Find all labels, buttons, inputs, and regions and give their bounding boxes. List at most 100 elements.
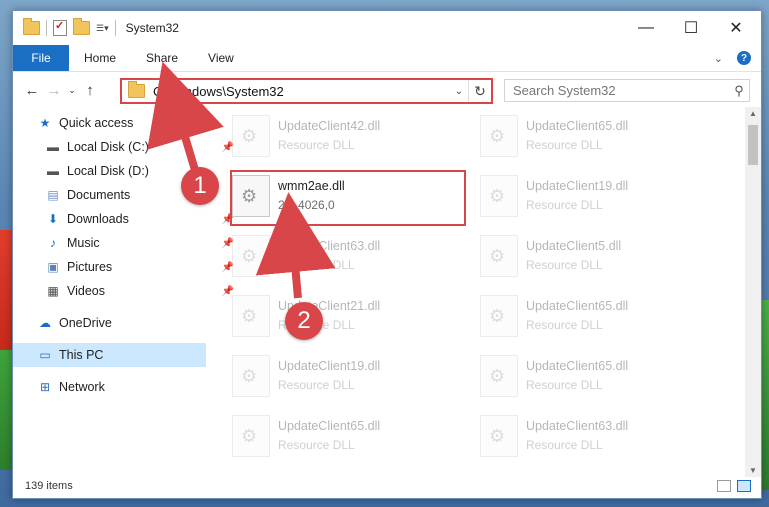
large-icons-view-icon[interactable] [737,480,751,492]
file-type: Resource DLL [526,198,603,212]
file-item[interactable]: UpdateClient5.dll Resource DLL [466,231,696,281]
dll-file-icon [480,175,518,217]
dll-file-icon [480,115,518,157]
dll-file-icon [232,295,270,337]
file-list: UpdateClient42.dllResource DLL wmm2ae.dl… [218,107,743,467]
new-folder-icon[interactable] [73,18,90,35]
sidebar-item-label: Quick access [59,116,134,130]
file-item[interactable]: UpdateClient65.dll Resource DLL [466,111,696,161]
file-name: UpdateClient65.dll [526,359,629,373]
file-name: UpdateClient65.dll [526,299,629,313]
sidebar-item-label: Downloads [67,212,129,226]
file-item[interactable]: UpdateClient65.dll Resource DLL [466,351,696,401]
sidebar-item-label: This PC [59,348,104,362]
file-type: Resource DLL [526,438,603,452]
help-icon[interactable]: ? [737,51,751,65]
file-type: Resource DLL [278,258,355,272]
item-count: 139 items [25,480,73,492]
computer-icon: ▭ [39,348,51,362]
scroll-up-icon[interactable]: ▲ [745,109,761,118]
dll-file-icon [480,355,518,397]
address-bar[interactable]: C:\Windows\System32 ⌄ ↻ [120,78,493,104]
sidebar-item-label: Videos [67,284,105,298]
file-item[interactable]: UpdateClient42.dll Resource DLL [218,111,448,161]
scroll-thumb[interactable] [748,125,758,165]
dll-file-icon [232,415,270,457]
folder-icon [128,81,145,98]
file-name: UpdateClient19.dll [526,179,629,193]
file-item[interactable]: UpdateClient19.dll Resource DLL [218,351,448,401]
dll-file-icon [232,355,270,397]
sidebar-item-label: Local Disk (C:) [67,140,149,154]
recent-locations-icon[interactable]: ⌄ [65,85,79,96]
file-name: UpdateClient65.dll [278,419,381,433]
search-box[interactable]: ⚲ [504,79,750,102]
divider [46,20,47,36]
vertical-scrollbar[interactable]: ▲ ▼ [745,107,761,477]
search-icon[interactable]: ⚲ [729,83,749,99]
close-button[interactable]: ✕ [713,11,759,45]
file-name: UpdateClient63.dll [526,419,629,433]
sidebar-item-local-disk-c[interactable]: ▬ Local Disk (C:) 📌 [13,135,238,159]
file-name: UpdateClient5.dll [526,239,622,253]
tab-home[interactable]: Home [69,45,131,71]
file-highlight-box [230,170,466,226]
sidebar-item-network[interactable]: ⊞ Network [13,375,230,399]
sidebar-item-pictures[interactable]: ▣ Pictures 📌 [13,255,238,279]
sidebar-item-downloads[interactable]: ⬇ Downloads 📌 [13,207,238,231]
back-arrow-icon[interactable]: ← [21,82,43,99]
sidebar-item-onedrive[interactable]: ☁ OneDrive [13,311,230,335]
file-item[interactable]: UpdateClient21.dllResource DLL [218,291,448,341]
ribbon-right: ⌄ ? [714,45,761,71]
forward-arrow-icon[interactable]: → [43,82,65,99]
refresh-icon[interactable]: ↻ [468,80,491,102]
up-arrow-icon[interactable]: ↑ [79,82,101,99]
file-item[interactable]: UpdateClient65.dll Resource DLL [218,411,448,461]
sidebar-item-quick-access[interactable]: ★ Quick access [13,111,230,135]
dll-file-icon [480,295,518,337]
properties-icon[interactable] [53,19,67,36]
step-badge-2: 2 [285,302,323,340]
expand-ribbon-icon[interactable]: ⌄ [714,52,723,65]
tab-share[interactable]: Share [131,45,193,71]
sidebar-item-label: Music [67,236,100,250]
minimize-button[interactable]: — [623,11,669,45]
file-name: UpdateClient65.dll [526,119,629,133]
view-switcher [717,480,761,492]
file-type: Resource DLL [526,378,603,392]
file-item[interactable]: UpdateClient63.dll Resource DLL [466,411,696,461]
videos-icon: ▦ [47,284,59,298]
sidebar-item-label: Network [59,380,105,394]
sidebar-item-music[interactable]: ♪ Music 📌 [13,231,238,255]
tab-view[interactable]: View [193,45,249,71]
maximize-button[interactable]: ☐ [668,11,714,45]
dll-file-icon [480,415,518,457]
address-dropdown-icon[interactable]: ⌄ [450,86,468,97]
dll-file-icon [232,235,270,277]
tab-file[interactable]: File [13,45,69,71]
ribbon-tabs: File Home Share View ⌄ ? [13,45,761,72]
downloads-icon: ⬇ [47,212,59,226]
details-view-icon[interactable] [717,480,731,492]
file-item[interactable]: UpdateClient19.dll Resource DLL [466,171,696,221]
sidebar-item-label: Documents [67,188,131,202]
divider [114,20,116,36]
dll-file-icon [480,235,518,277]
file-item[interactable]: UpdateClient63.dll Resource DLL [218,231,448,281]
title-bar: ☰▾ System32 — ☐ ✕ [13,11,761,45]
drive-icon: ▬ [47,164,59,178]
search-input[interactable] [505,82,729,99]
sidebar-item-videos[interactable]: ▦ Videos 📌 [13,279,238,303]
file-type: Resource DLL [278,138,355,152]
file-item[interactable]: UpdateClient65.dll Resource DLL [466,291,696,341]
sidebar-item-this-pc[interactable]: ▭ This PC [13,343,206,367]
file-type: Resource DLL [526,138,603,152]
navigation-pane: ★ Quick access ▬ Local Disk (C:) 📌 ▬ Loc… [13,107,234,467]
file-type: Resource DLL [278,438,355,452]
status-bar: 139 items [13,474,761,498]
dll-file-icon [232,115,270,157]
address-path[interactable]: C:\Windows\System32 [153,84,450,99]
pictures-icon: ▣ [47,260,59,274]
drive-icon: ▬ [47,140,59,154]
customize-toolbar-icon[interactable]: ☰▾ [96,23,109,34]
